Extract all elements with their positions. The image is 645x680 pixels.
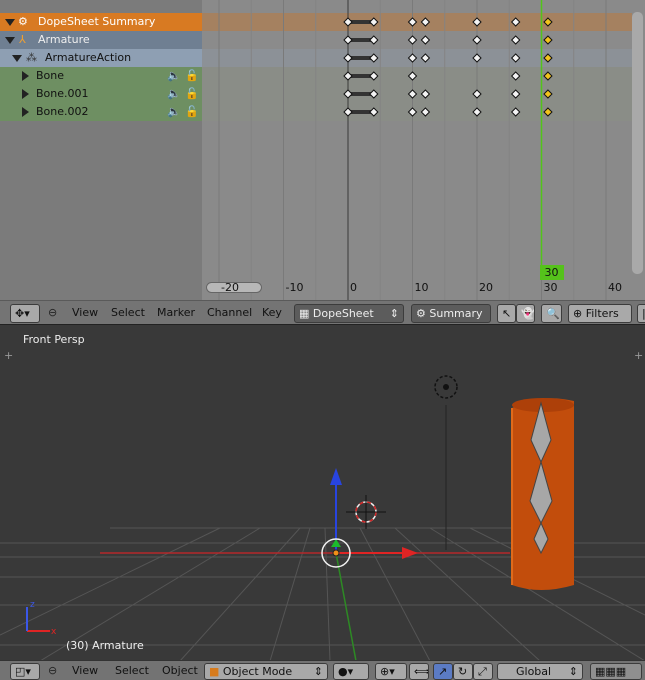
ruler-tick-label: -10 <box>285 281 304 294</box>
channel-label: Bone.002 <box>36 105 89 118</box>
channel-dopesheet-summary[interactable]: ⚙ DopeSheet Summary <box>0 13 202 31</box>
ruler-tick-label: 30 <box>543 281 558 294</box>
channel-label: ArmatureAction <box>45 51 132 64</box>
only-selected-button[interactable]: ↖ <box>497 304 516 323</box>
mode-label: DopeSheet <box>312 307 374 320</box>
viewport-canvas[interactable] <box>0 325 645 661</box>
summary-label: Summary <box>429 307 483 320</box>
mode-label: Object Mode <box>222 665 293 678</box>
pivot-select[interactable]: ⊕▾ <box>375 663 407 680</box>
channel-armature[interactable]: ⅄ Armature <box>0 31 202 49</box>
menu-object[interactable]: Object <box>162 661 198 680</box>
channel-bone-002[interactable]: Bone.002 🔈 🔓 <box>0 103 202 121</box>
ruler-tick-label: 20 <box>479 281 493 294</box>
channel-label: Armature <box>38 33 90 46</box>
manipulator-toggle[interactable]: ⟺ <box>409 663 429 680</box>
mode-select[interactable]: ■ Object Mode ⇕ <box>204 663 328 680</box>
3d-cursor-icon <box>346 495 386 529</box>
translate-icon[interactable]: ↗ <box>433 663 453 680</box>
summary-icon: ⚙ <box>18 15 28 28</box>
menu-key[interactable]: Key <box>262 301 282 325</box>
action-icon: ⁂ <box>26 51 37 64</box>
keyframe-area[interactable] <box>202 0 632 300</box>
show-hidden-button[interactable]: 👻 <box>516 304 535 323</box>
expand-triangle-icon[interactable] <box>22 107 29 117</box>
ruler-tick-label: 10 <box>414 281 429 294</box>
editor-type-button[interactable]: ◰▾ <box>10 663 40 680</box>
collapse-header-icon[interactable]: ⊖ <box>48 664 57 677</box>
summary-icon: ⚙ <box>416 307 430 320</box>
speaker-icon[interactable]: 🔈 <box>167 85 181 103</box>
rotate-icon[interactable]: ↻ <box>453 663 473 680</box>
channel-label: Bone.001 <box>36 87 89 100</box>
dopesheet-icon: ▦ <box>299 307 313 320</box>
editor-type-button[interactable]: ✥▾ <box>10 304 40 323</box>
viewport-header: ◰▾ ⊖ View Select Object ■ Object Mode ⇕ … <box>0 660 645 680</box>
updown-arrows-icon: ⇕ <box>568 665 578 678</box>
menu-select[interactable]: Select <box>111 301 145 325</box>
frame-ruler: -20 -10 0 10 20 30 40 <box>205 280 630 296</box>
collapse-triangle-icon[interactable] <box>12 55 22 62</box>
filters-label: Filters <box>585 307 619 320</box>
plus-icon: ⊕ <box>573 307 586 320</box>
svg-text:z: z <box>30 600 35 610</box>
menu-marker[interactable]: Marker <box>157 301 195 325</box>
channel-bone-001[interactable]: Bone.001 🔈 🔓 <box>0 85 202 103</box>
3d-viewport[interactable]: Front Persp + + z x (30) Armature <box>0 324 645 661</box>
channel-armature-action[interactable]: ⁂ ArmatureAction <box>0 49 202 67</box>
lock-icon[interactable]: 🔓 <box>185 103 199 121</box>
menu-view[interactable]: View <box>72 301 98 325</box>
expand-triangle-icon[interactable] <box>22 71 29 81</box>
vertical-scrollbar[interactable] <box>632 12 643 274</box>
channel-bone[interactable]: Bone 🔈 🔓 <box>0 67 202 85</box>
menu-select[interactable]: Select <box>115 661 149 680</box>
cube-icon: ■ <box>209 665 223 678</box>
expand-triangle-icon[interactable] <box>22 89 29 99</box>
updown-arrows-icon: ⇕ <box>389 307 399 320</box>
menu-channel[interactable]: Channel <box>207 301 252 325</box>
summary-toggle[interactable]: ⚙ Summary <box>411 304 491 323</box>
speaker-icon[interactable]: 🔈 <box>167 103 181 121</box>
scale-icon[interactable]: ⤢ <box>473 663 493 680</box>
collapse-triangle-icon[interactable] <box>5 19 15 26</box>
lock-icon[interactable]: 🔓 <box>185 67 199 85</box>
speaker-icon[interactable]: 🔈 <box>167 67 181 85</box>
ruler-tick-label: -20 <box>221 281 239 294</box>
axis-gizmo: z x <box>26 600 57 637</box>
transform-manipulator <box>321 468 418 568</box>
collapse-triangle-icon[interactable] <box>5 37 15 44</box>
overflow-button[interactable]: | <box>637 304 645 323</box>
tool-shelf-toggle[interactable]: + <box>4 349 13 362</box>
filters-button[interactable]: ⊕ Filters <box>568 304 632 323</box>
properties-toggle[interactable]: + <box>634 349 643 362</box>
shading-select[interactable]: ●▾ <box>333 663 369 680</box>
channel-label: DopeSheet Summary <box>38 15 156 28</box>
svg-text:x: x <box>51 627 57 637</box>
menu-view[interactable]: View <box>72 661 98 680</box>
camera-icon <box>434 375 458 399</box>
current-frame-indicator[interactable]: 30 <box>539 265 564 280</box>
orientation-label: Global <box>516 665 552 678</box>
view-label: Front Persp <box>23 333 85 346</box>
orientation-select[interactable]: Global ⇕ <box>497 663 583 680</box>
channel-label: Bone <box>36 69 65 82</box>
object-label: (30) Armature <box>66 639 144 652</box>
ruler-tick-label: 0 <box>350 281 357 294</box>
lock-icon[interactable]: 🔓 <box>185 85 199 103</box>
ruler-tick-label: 40 <box>608 281 622 294</box>
search-icon[interactable]: 🔍 <box>541 304 562 323</box>
dopesheet-header: ✥▾ ⊖ View Select Marker Channel Key ▦ Do… <box>0 300 645 324</box>
channel-list: ⚙ DopeSheet Summary ⅄ Armature ⁂ Armatur… <box>0 0 202 300</box>
mode-select[interactable]: ▦ DopeSheet ⇕ <box>294 304 404 323</box>
updown-arrows-icon: ⇕ <box>313 665 323 678</box>
layers-grid[interactable]: ▦▦▦ <box>590 663 642 680</box>
collapse-header-icon[interactable]: ⊖ <box>48 306 57 319</box>
armature-icon: ⅄ <box>19 33 26 46</box>
dopesheet-editor: ⚙ DopeSheet Summary ⅄ Armature ⁂ Armatur… <box>0 0 645 322</box>
blender-window: ⚙ DopeSheet Summary ⅄ Armature ⁂ Armatur… <box>0 0 645 680</box>
